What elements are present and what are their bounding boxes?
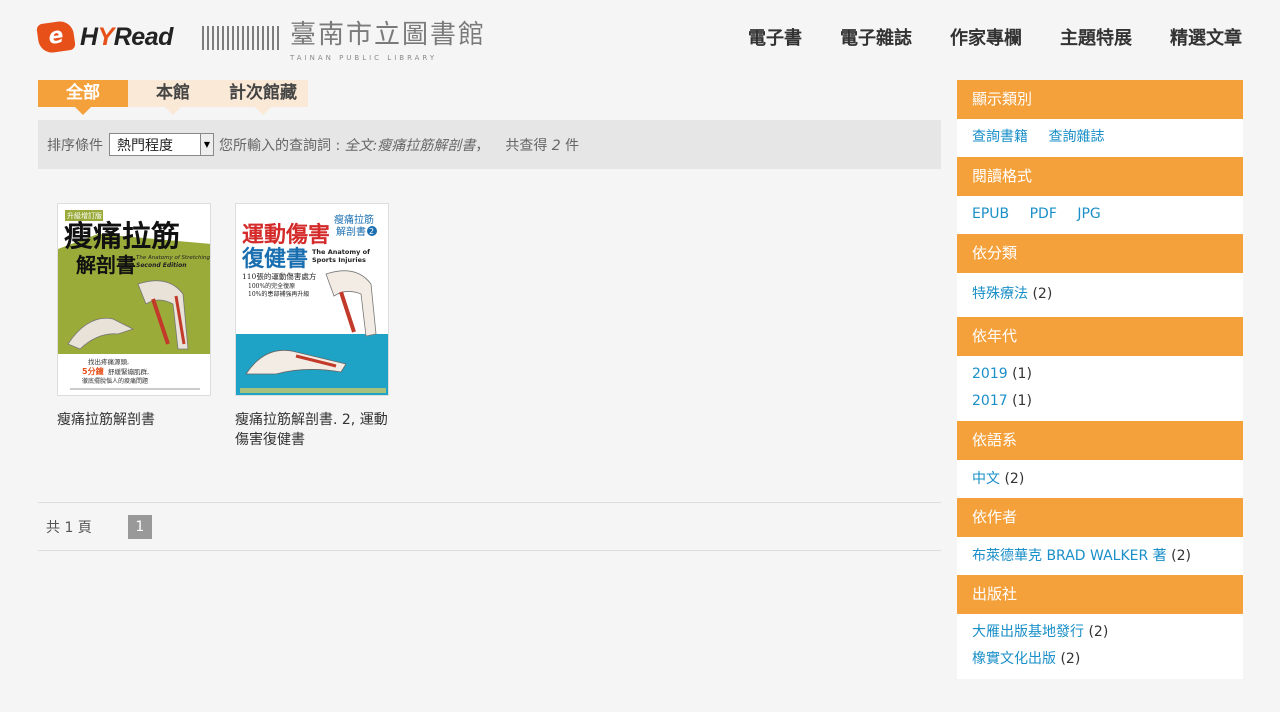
- book-cover-art: 瘦痛拉筋 解剖書 2 運動傷害 復健書 The Anatomy of Sport…: [236, 204, 388, 395]
- book-title[interactable]: 瘦痛拉筋解剖書. 2, 運動傷害復健書: [235, 410, 400, 450]
- filter-search-magazines[interactable]: 查詢雜誌: [1048, 129, 1104, 145]
- filter-count: (2): [1060, 651, 1081, 667]
- query-text: 全文:瘦痛拉筋解剖書: [344, 137, 476, 154]
- cover-num: 2: [369, 227, 374, 236]
- tab-all[interactable]: 全部: [38, 80, 128, 115]
- filter-format-pdf[interactable]: PDF: [1030, 206, 1057, 222]
- filter-count: (2): [1004, 471, 1025, 487]
- filter-header-format: 閱讀格式: [957, 157, 1243, 196]
- filter-year-item[interactable]: 2019: [972, 366, 1008, 382]
- cover-main: 瘦痛拉筋: [64, 219, 180, 253]
- nav-ebook[interactable]: 電子書: [748, 24, 802, 50]
- query-label: 您所輸入的查詢詞 :: [219, 137, 341, 154]
- book-title[interactable]: 瘦痛拉筋解剖書: [57, 410, 222, 430]
- cover-main1: 運動傷害: [242, 222, 330, 248]
- count-suffix: 件: [565, 137, 580, 154]
- library-name-cn: 臺南市立圖書館: [290, 20, 487, 50]
- cover-en1: The Anatomy of Stretching: [136, 255, 211, 261]
- cover-series2: 解剖書: [336, 225, 366, 238]
- library-name-en: TAINAN PUBLIC LIBRARY: [290, 54, 438, 62]
- filter-header-language: 依語系: [957, 421, 1243, 460]
- filter-count: (1): [1012, 366, 1032, 382]
- cover-line2: 100%的完全復原: [248, 282, 295, 290]
- filter-body-category: 特殊療法 (2): [957, 273, 1243, 317]
- count-value: 2: [551, 137, 561, 154]
- cover-tagline2: 5分鐘: [82, 366, 104, 376]
- filter-count: (2): [1171, 548, 1191, 564]
- filter-sidebar: 顯示類別 查詢書籍 查詢雜誌 閱讀格式 EPUB PDF JPG 依分類 特殊療…: [957, 80, 1243, 679]
- book-item: 瘦痛拉筋 解剖書 2 運動傷害 復健書 The Anatomy of Sport…: [235, 203, 400, 450]
- cover-series: 瘦痛拉筋: [334, 213, 374, 226]
- filter-publisher-item[interactable]: 大雁出版基地發行: [972, 624, 1084, 640]
- count-prefix: 共查得: [505, 137, 548, 154]
- filter-search-books[interactable]: 查詢書籍: [972, 129, 1028, 145]
- filter-body-language: 中文 (2): [957, 460, 1243, 498]
- tab-pay-per-use[interactable]: 計次館藏: [218, 80, 308, 115]
- cover-en2: Second Edition: [136, 262, 187, 269]
- filter-publisher-item[interactable]: 橡實文化出版: [972, 651, 1056, 667]
- filter-body-show-type: 查詢書籍 查詢雜誌: [957, 119, 1243, 157]
- dropdown-arrow-icon[interactable]: ▼: [200, 134, 213, 155]
- filter-header-publisher: 出版社: [957, 575, 1243, 614]
- filter-header-year: 依年代: [957, 317, 1243, 356]
- tab-this-library[interactable]: 本館: [128, 80, 218, 115]
- library-emblem-icon: [202, 26, 280, 50]
- filter-body-author: 布萊德華克 BRAD WALKER 著 (2): [957, 537, 1243, 575]
- library-logo[interactable]: 臺南市立圖書館 TAINAN PUBLIC LIBRARY: [202, 18, 486, 62]
- filter-author-item[interactable]: 布萊德華克 BRAD WALKER 著: [972, 548, 1167, 564]
- page-total-label: 共 1 頁: [46, 519, 92, 536]
- book-cover[interactable]: 瘦痛拉筋 解剖書 2 運動傷害 復健書 The Anatomy of Sport…: [235, 203, 389, 396]
- filter-header-author: 依作者: [957, 498, 1243, 537]
- hyread-logo[interactable]: e HYRead: [36, 19, 173, 55]
- filter-count: (2): [1088, 624, 1109, 640]
- book-cover-art: 升級增訂版 瘦痛拉筋 解剖書 The Anatomy of Stretching…: [58, 204, 211, 395]
- cover-sub: 解剖書: [76, 253, 136, 277]
- collection-tabs: 全部 本館 計次館藏: [38, 80, 308, 115]
- nav-author-column[interactable]: 作家專欄: [950, 24, 1022, 50]
- filter-format-epub[interactable]: EPUB: [972, 206, 1009, 222]
- cover-main2: 復健書: [241, 246, 308, 272]
- filter-header-show-type: 顯示類別: [957, 80, 1243, 119]
- nav-emagazine[interactable]: 電子雜誌: [840, 24, 912, 50]
- cover-tagline4: 徹底擺脫惱人的痠痛問題: [82, 377, 148, 385]
- pagination: 共 1 頁 1: [38, 502, 941, 551]
- sort-select[interactable]: 熱門程度 ▼: [109, 133, 214, 156]
- filter-body-publisher: 大雁出版基地發行 (2) 橡實文化出版 (2): [957, 614, 1243, 679]
- nav-featured-articles[interactable]: 精選文章: [1170, 24, 1242, 50]
- sort-selected-value: 熱門程度: [117, 137, 173, 154]
- cover-en1: The Anatomy of: [312, 248, 370, 256]
- filter-language-item[interactable]: 中文: [972, 471, 1000, 487]
- cover-tagline1: 找出疼痛源頭,: [88, 357, 129, 366]
- cover-line3: 10%的患部補強再升級: [248, 290, 309, 298]
- top-nav: 電子書 電子雜誌 作家專欄 主題特展 精選文章: [710, 24, 1242, 50]
- query-comma: ，: [475, 137, 490, 154]
- filter-body-year: 2019 (1) 2017 (1): [957, 356, 1243, 421]
- sort-label: 排序條件: [47, 137, 103, 154]
- filter-body-format: EPUB PDF JPG: [957, 196, 1243, 234]
- filter-header-category: 依分類: [957, 234, 1243, 273]
- book-cover[interactable]: 升級增訂版 瘦痛拉筋 解剖書 The Anatomy of Stretching…: [57, 203, 211, 396]
- sort-bar: 排序條件 熱門程度 ▼ 您所輸入的查詢詞 : 全文:瘦痛拉筋解剖書， 共查得 2…: [38, 120, 941, 169]
- filter-category-item[interactable]: 特殊療法: [972, 286, 1028, 302]
- page-number-current[interactable]: 1: [127, 514, 152, 539]
- filter-year-item[interactable]: 2017: [972, 393, 1008, 409]
- filter-count: (1): [1012, 393, 1032, 409]
- cover-en2: Sports Injuries: [312, 256, 366, 264]
- cover-line1: 110張的運動傷害處方: [242, 271, 317, 281]
- cover-tagline3: 舒緩緊繃肌群,: [108, 367, 149, 376]
- header: e HYRead 臺南市立圖書館 TAINAN PUBLIC LIBRARY 電…: [0, 0, 1280, 75]
- book-item: 升級增訂版 瘦痛拉筋 解剖書 The Anatomy of Stretching…: [57, 203, 222, 430]
- nav-theme-exhibit[interactable]: 主題特展: [1060, 24, 1132, 50]
- result-count: 共查得 2 件: [505, 135, 579, 155]
- filter-count: (2): [1032, 286, 1053, 302]
- hyread-e-icon: e: [36, 19, 76, 55]
- filter-format-jpg[interactable]: JPG: [1077, 206, 1100, 222]
- hyread-logo-text: HYRead: [80, 22, 173, 51]
